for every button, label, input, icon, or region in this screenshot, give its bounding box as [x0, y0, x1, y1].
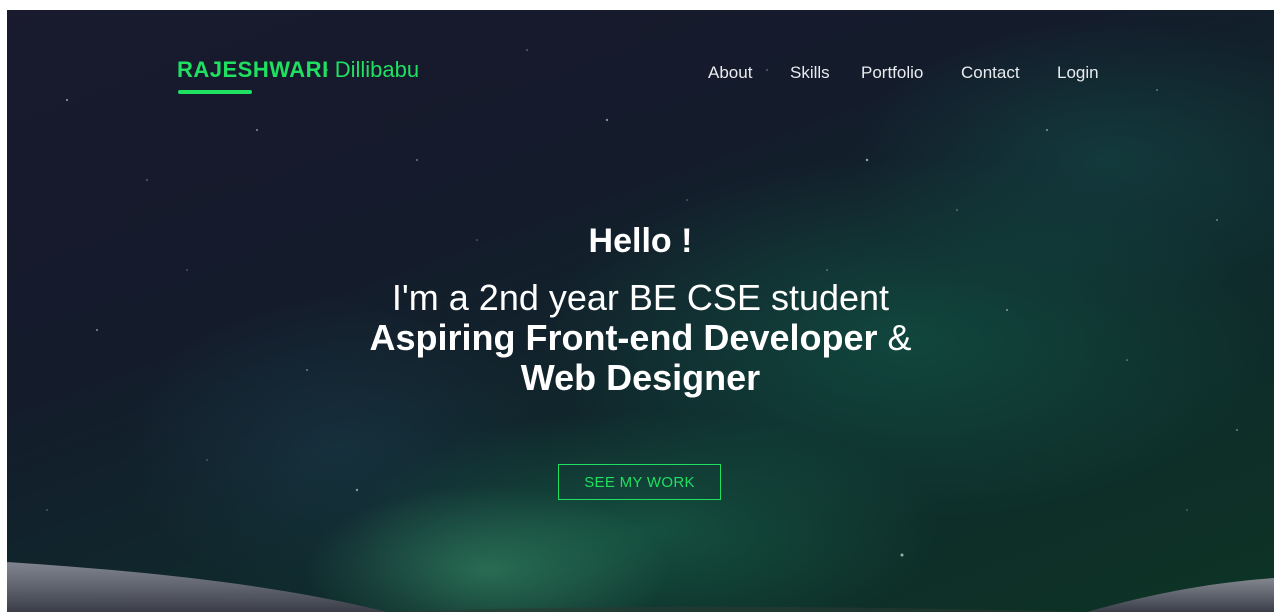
tagline-line-2: Aspiring Front-end Developer & [7, 318, 1274, 358]
logo-last-name: Dillibabu [334, 57, 420, 82]
hero-tagline: I'm a 2nd year BE CSE student Aspiring F… [7, 278, 1274, 398]
snow-hill [7, 562, 1274, 612]
see-my-work-button[interactable]: SEE MY WORK [558, 464, 721, 500]
nav-contact[interactable]: Contact [961, 63, 1020, 83]
tagline-line-1: I'm a 2nd year BE CSE student [391, 277, 890, 318]
tagline-role-2: Web Designer [520, 357, 761, 398]
logo-underline [178, 90, 252, 94]
tagline-role: Aspiring Front-end Developer [369, 317, 878, 358]
site-logo[interactable]: RAJESHWARI Dillibabu [177, 57, 419, 83]
logo-first-name: RAJESHWARI [177, 57, 329, 82]
tagline-line-3: Web Designer [7, 358, 1274, 398]
nav-portfolio[interactable]: Portfolio [861, 63, 923, 83]
nav-login[interactable]: Login [1057, 63, 1099, 83]
hero-greeting: Hello ! [588, 222, 693, 260]
tagline-ampersand: & [887, 317, 912, 358]
nav-skills[interactable]: Skills [790, 63, 830, 83]
nav-about[interactable]: About [708, 63, 752, 83]
